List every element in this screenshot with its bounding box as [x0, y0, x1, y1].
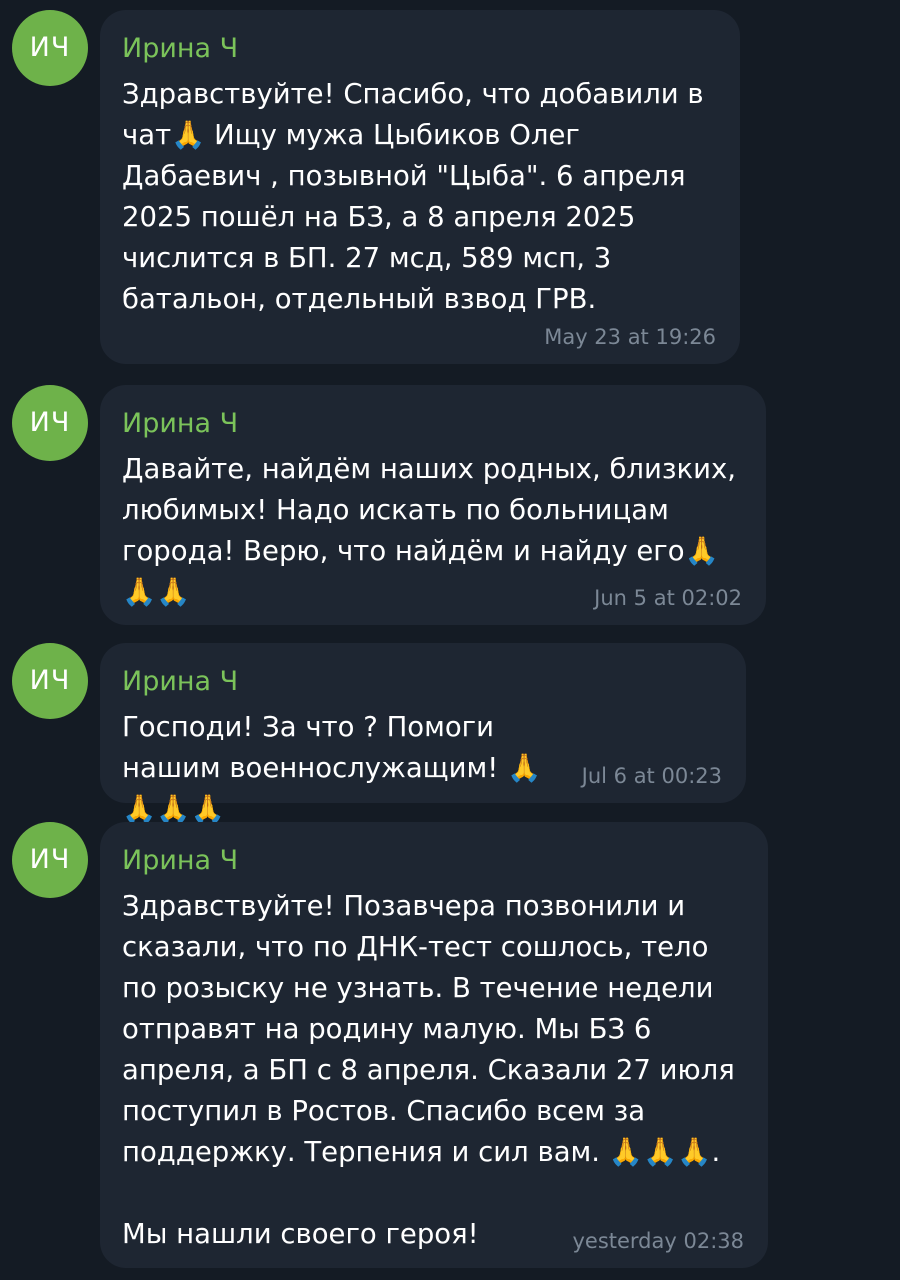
sender-name[interactable]: Ирина Ч	[122, 844, 746, 878]
message-bubble[interactable]: Ирина Ч Здравствуйте! Спасибо, что добав…	[100, 10, 740, 364]
sender-name[interactable]: Ирина Ч	[122, 407, 744, 441]
message-bubble[interactable]: Ирина Ч Здравствуйте! Позавчера позвонил…	[100, 822, 768, 1268]
message-bubble[interactable]: Ирина Ч Давайте, найдём наших родных, бл…	[100, 385, 766, 625]
message-text: Здравствуйте! Спасибо, что добавили в ча…	[122, 78, 713, 315]
sender-name[interactable]: Ирина Ч	[122, 32, 718, 66]
message-timestamp: Jun 5 at 02:02	[594, 586, 742, 610]
message-timestamp: Jul 6 at 00:23	[581, 764, 722, 788]
message-text: Здравствуйте! Позавчера позвонили и сказ…	[122, 890, 735, 1250]
avatar[interactable]: ИЧ	[12, 643, 88, 719]
message-bubble[interactable]: Ирина Ч Господи! За что ? Помоги нашим в…	[100, 643, 746, 825]
sender-name[interactable]: Ирина Ч	[122, 665, 724, 699]
avatar[interactable]: ИЧ	[12, 10, 88, 86]
message-timestamp: yesterday 02:38	[572, 1229, 744, 1253]
message-timestamp: May 23 at 19:26	[544, 325, 716, 349]
avatar[interactable]: ИЧ	[12, 822, 88, 898]
chat-history[interactable]: ИЧ Ирина Ч Здравствуйте! Спасибо, что до…	[0, 0, 900, 1280]
avatar[interactable]: ИЧ	[12, 385, 88, 461]
